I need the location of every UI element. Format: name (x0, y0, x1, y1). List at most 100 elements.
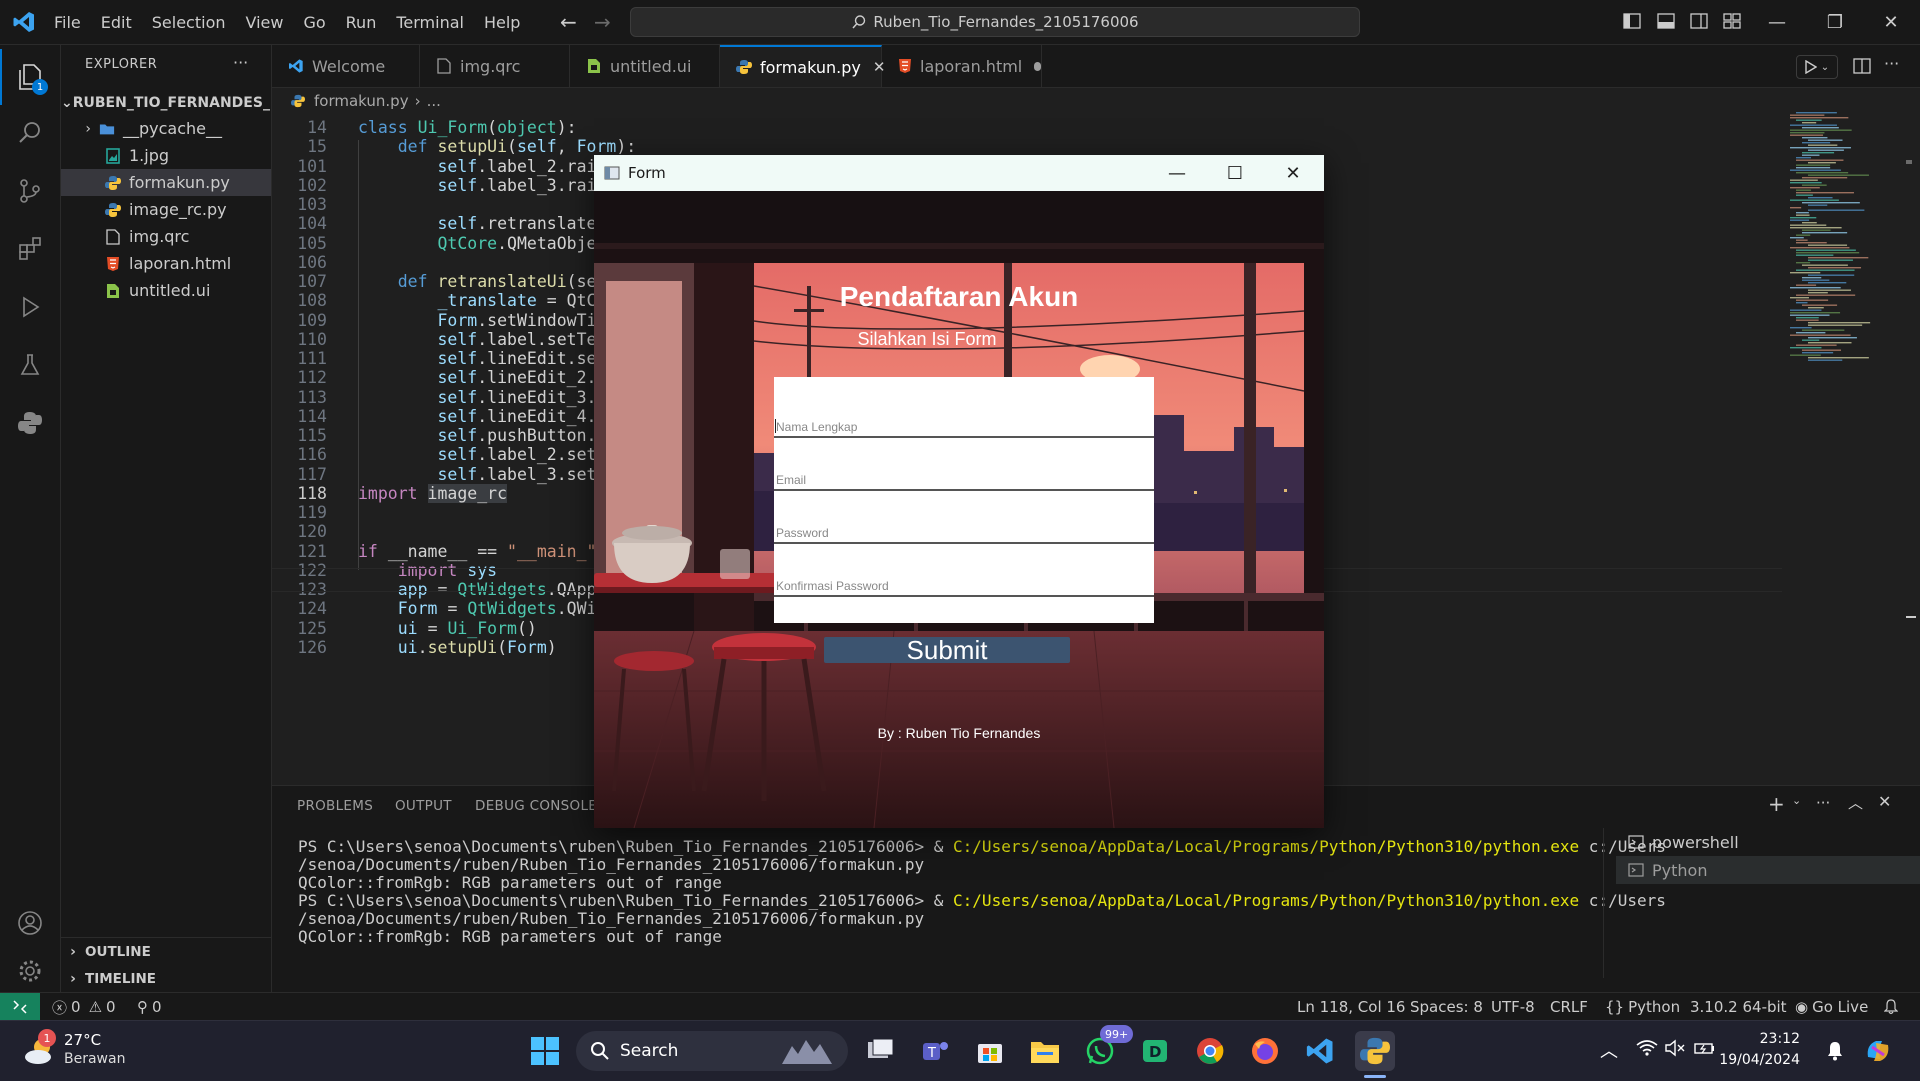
restore-icon[interactable]: ❐ (1806, 0, 1864, 44)
tab-output[interactable]: OUTPUT (395, 798, 452, 814)
tree-item-pycache[interactable]: › __pycache__ (61, 115, 271, 142)
command-center-search[interactable]: Ruben_Tio_Fernandes_2105176006 (630, 7, 1360, 37)
tab-img-qrc[interactable]: img.qrc (420, 45, 570, 87)
encoding[interactable]: UTF-8 (1491, 993, 1535, 1021)
menu-selection[interactable]: Selection (142, 13, 236, 32)
testing-flask-icon[interactable] (0, 337, 60, 393)
battery-icon[interactable] (1694, 1039, 1716, 1057)
form-close-icon[interactable]: ✕ (1264, 155, 1322, 191)
python-interpreter[interactable]: 3.10.2 64-bit (1690, 993, 1787, 1021)
terminal-item-powershell[interactable]: powershell (1616, 828, 1920, 856)
minimize-icon[interactable]: — (1748, 0, 1806, 44)
editor-more-actions[interactable]: ··· (1884, 54, 1899, 73)
breadcrumb-file[interactable]: formakun.py (314, 92, 409, 110)
microsoft-store-icon[interactable] (970, 1031, 1010, 1071)
unsaved-dot-icon[interactable] (1034, 61, 1041, 71)
menu-help[interactable]: Help (474, 13, 530, 32)
tree-item-laporan-html[interactable]: laporan.html (61, 250, 271, 277)
tab-debug-console[interactable]: DEBUG CONSOLE (475, 798, 597, 814)
problems-status[interactable]: ⓧ 0 ⚠ 0 (52, 993, 116, 1021)
python-taskbar-icon[interactable] (1355, 1031, 1395, 1071)
explorer-more-actions[interactable]: ··· (233, 53, 248, 72)
end-of-line[interactable]: CRLF (1550, 993, 1588, 1021)
dbeaver-d-app-icon[interactable]: D (1135, 1031, 1175, 1071)
ports-status[interactable]: ⚲ 0 (137, 993, 162, 1021)
copilot-icon[interactable] (1862, 1035, 1894, 1067)
chrome-icon[interactable] (1190, 1031, 1230, 1071)
taskbar-search-box[interactable]: Search (576, 1031, 848, 1071)
split-editor-icon[interactable] (1853, 57, 1871, 75)
close-window-icon[interactable]: ✕ (1862, 0, 1920, 44)
close-panel-icon[interactable]: ✕ (1878, 792, 1891, 811)
teams-icon[interactable]: T (915, 1031, 955, 1071)
file-explorer-icon[interactable] (1025, 1031, 1065, 1071)
menu-edit[interactable]: Edit (91, 13, 142, 32)
remote-indicator-icon[interactable] (0, 993, 40, 1021)
volume-muted-icon[interactable] (1664, 1039, 1686, 1057)
tree-item-img-qrc[interactable]: img.qrc (61, 223, 271, 250)
new-terminal-plus-icon[interactable]: + (1768, 792, 1785, 816)
explorer-icon[interactable]: 1 (0, 49, 60, 105)
forward-arrow-icon[interactable]: → (594, 10, 611, 34)
breadcrumb-symbol[interactable]: ... (427, 92, 441, 110)
python-extension-icon[interactable] (0, 395, 60, 451)
email-input[interactable]: Email (774, 438, 1154, 491)
timeline-section[interactable]: › TIMELINE (61, 965, 271, 992)
notifications-bell-icon[interactable] (1884, 993, 1898, 1021)
weather-desc[interactable]: Berawan (64, 1051, 125, 1067)
panel-more-actions[interactable]: ··· (1816, 794, 1830, 812)
tab-formakun-py[interactable]: formakun.py ✕ (720, 45, 885, 87)
clock-date[interactable]: 19/04/2024 (1716, 1052, 1800, 1068)
explorer-root-folder[interactable]: ⌄ RUBEN_TIO_FERNANDES_... (61, 89, 271, 116)
minimap[interactable] (1786, 112, 1896, 372)
tab-laporan-html[interactable]: laporan.html (882, 45, 1042, 87)
maximize-panel-icon[interactable]: ︿ (1848, 792, 1863, 813)
task-view-icon[interactable] (860, 1031, 900, 1071)
tab-welcome[interactable]: Welcome (272, 45, 420, 87)
toggle-secondary-sidebar-icon[interactable] (1690, 12, 1708, 30)
windows-start-icon[interactable] (525, 1031, 565, 1071)
weather-temp[interactable]: 27°C (64, 1031, 101, 1049)
tree-item-image-rc-py[interactable]: image_rc.py (61, 196, 271, 223)
outline-section[interactable]: › OUTLINE (61, 938, 271, 965)
menu-run[interactable]: Run (336, 13, 387, 32)
indentation[interactable]: Spaces: 8 (1410, 993, 1483, 1021)
run-python-button[interactable]: ⌄ (1796, 55, 1838, 79)
back-arrow-icon[interactable]: ← (560, 10, 577, 34)
tab-problems[interactable]: PROBLEMS (297, 798, 373, 814)
nama-lengkap-input[interactable]: Nama Lengkap (774, 385, 1154, 438)
tree-item-1-jpg[interactable]: 1.jpg (61, 142, 271, 169)
terminal-item-python[interactable]: Python (1616, 856, 1920, 884)
settings-gear-icon[interactable] (0, 943, 60, 999)
toggle-panel-icon[interactable] (1657, 12, 1675, 30)
tree-item-untitled-ui[interactable]: untitled.ui (61, 277, 271, 304)
search-view-icon[interactable] (0, 105, 60, 161)
weather-icon[interactable]: 1 (22, 1029, 58, 1069)
chevron-up-icon[interactable]: ︿ (1600, 1037, 1618, 1063)
menu-view[interactable]: View (236, 13, 294, 32)
language-mode[interactable]: {} Python (1605, 993, 1680, 1021)
menu-go[interactable]: Go (293, 13, 335, 32)
firefox-icon[interactable] (1245, 1031, 1285, 1071)
go-live[interactable]: ◉ Go Live (1795, 993, 1868, 1021)
konfirmasi-password-input[interactable]: Konfirmasi Password (774, 544, 1154, 597)
vscode-taskbar-icon[interactable] (1300, 1031, 1340, 1071)
source-control-icon[interactable] (0, 163, 60, 219)
menu-file[interactable]: File (44, 13, 91, 32)
tab-untitled-ui[interactable]: untitled.ui (570, 45, 720, 87)
menu-terminal[interactable]: Terminal (386, 13, 474, 32)
notification-bell-icon[interactable] (1826, 1041, 1844, 1061)
submit-button[interactable]: Submit (824, 635, 1070, 665)
password-input[interactable]: Password (774, 491, 1154, 544)
form-minimize-icon[interactable]: — (1148, 155, 1206, 191)
wifi-icon[interactable] (1636, 1039, 1658, 1057)
toggle-primary-sidebar-icon[interactable] (1623, 12, 1641, 30)
chevron-down-icon[interactable]: ⌄ (1792, 794, 1801, 807)
extensions-icon[interactable] (0, 221, 60, 277)
cursor-position[interactable]: Ln 118, Col 16 (1297, 993, 1405, 1021)
run-debug-icon[interactable] (0, 279, 60, 335)
form-maximize-icon[interactable]: ☐ (1206, 155, 1264, 191)
whatsapp-icon[interactable]: 99+ (1080, 1025, 1134, 1071)
tree-item-formakun-py[interactable]: formakun.py (61, 169, 271, 196)
clock-time[interactable]: 23:12 (1740, 1031, 1800, 1047)
